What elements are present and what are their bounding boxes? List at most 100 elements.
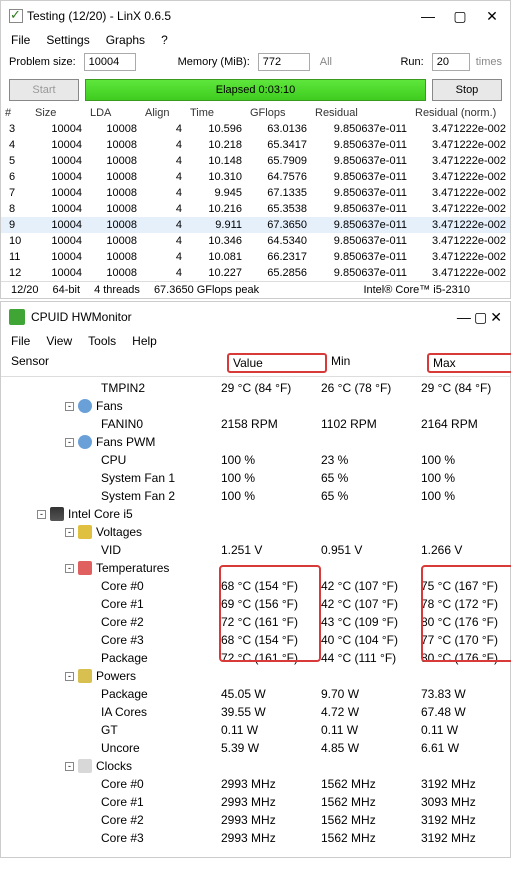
hw-maximize-button[interactable]: ▢ [474, 309, 487, 325]
status-peak: 67.3650 GFlops peak [154, 284, 259, 296]
table-row[interactable]: 111000410008410.08166.23179.850637e-0113… [1, 249, 510, 265]
table-row[interactable]: 51000410008410.14865.79099.850637e-0113.… [1, 153, 510, 169]
col-num[interactable]: # [1, 105, 31, 121]
node-intel[interactable]: -Intel Core i5 [1, 507, 221, 521]
table-row[interactable]: 31000410008410.59663.01369.850637e-0113.… [1, 121, 510, 137]
linx-titlebar: Testing (12/20) - LinX 0.6.5 — ▢ ✕ [1, 1, 510, 31]
status-progress: 12/20 [11, 284, 39, 296]
col-size[interactable]: Size [31, 105, 86, 121]
times-label[interactable]: times [476, 56, 502, 68]
menu-settings[interactable]: Settings [46, 33, 89, 47]
menu-file[interactable]: File [11, 33, 30, 47]
sensor-power-package[interactable]: Package [1, 687, 221, 701]
sensor-core3-temp[interactable]: Core #3 [1, 633, 221, 647]
sensor-sysfan1[interactable]: System Fan 1 [1, 471, 221, 485]
sensor-sysfan2[interactable]: System Fan 2 [1, 489, 221, 503]
sensor-clock-core0[interactable]: Core #0 [1, 777, 221, 791]
hw-menu: File View Tools Help [1, 332, 510, 350]
table-row[interactable]: 121000410008410.22765.28569.850637e-0113… [1, 265, 510, 281]
sensor-core1-temp[interactable]: Core #1 [1, 597, 221, 611]
col-sensor[interactable]: Sensor [7, 353, 227, 373]
power-icon [78, 669, 92, 683]
sensor-vid[interactable]: VID [1, 543, 221, 557]
col-align[interactable]: Align [141, 105, 186, 121]
linx-title: Testing (12/20) - LinX 0.6.5 [27, 9, 418, 23]
table-row[interactable]: 9100041000849.91167.36509.850637e-0113.4… [1, 217, 510, 233]
col-time[interactable]: Time [186, 105, 246, 121]
node-fans[interactable]: -Fans [1, 399, 221, 413]
linx-window: Testing (12/20) - LinX 0.6.5 — ▢ ✕ File … [0, 0, 511, 299]
linx-menu: File Settings Graphs ? [1, 31, 510, 49]
hw-close-button[interactable]: ✕ [490, 309, 502, 325]
minimize-button[interactable]: — [418, 8, 438, 25]
problem-size-input[interactable] [84, 53, 136, 71]
run-row: Start Elapsed 0:03:10 Stop [1, 75, 510, 105]
node-voltages[interactable]: -Voltages [1, 525, 221, 539]
clock-icon [78, 759, 92, 773]
hw-menu-help[interactable]: Help [132, 334, 157, 348]
app-icon [9, 9, 23, 23]
maximize-button[interactable]: ▢ [450, 8, 470, 25]
node-fans-pwm[interactable]: -Fans PWM [1, 435, 221, 449]
fan-icon [78, 435, 92, 449]
sensor-power-gt[interactable]: GT [1, 723, 221, 737]
col-value[interactable]: Value [227, 353, 327, 373]
hwmonitor-window: CPUID HWMonitor — ▢ ✕ File View Tools He… [0, 301, 511, 858]
table-row[interactable]: 7100041000849.94567.13359.850637e-0113.4… [1, 185, 510, 201]
status-arch: 64-bit [53, 284, 81, 296]
node-powers[interactable]: -Powers [1, 669, 221, 683]
linx-statusbar: 12/20 64-bit 4 threads 67.3650 GFlops pe… [1, 281, 510, 298]
col-gflops[interactable]: GFlops [246, 105, 311, 121]
hw-menu-view[interactable]: View [46, 334, 72, 348]
menu-graphs[interactable]: Graphs [106, 33, 145, 47]
table-row[interactable]: 61000410008410.31064.75769.850637e-0113.… [1, 169, 510, 185]
sensor-tree[interactable]: TMPIN229 °C (84 °F)26 °C (78 °F)29 °C (8… [1, 377, 510, 857]
start-button[interactable]: Start [9, 79, 79, 101]
progress-bar: Elapsed 0:03:10 [85, 79, 426, 101]
results-table: # Size LDA Align Time GFlops Residual Re… [1, 105, 510, 281]
table-row[interactable]: 41000410008410.21865.34179.850637e-0113.… [1, 137, 510, 153]
col-max[interactable]: Max [427, 353, 511, 373]
memory-label: Memory (MiB): [178, 56, 250, 68]
run-input[interactable] [432, 53, 470, 71]
col-residual-norm[interactable]: Residual (norm.) [411, 105, 510, 121]
sensor-core2-temp[interactable]: Core #2 [1, 615, 221, 629]
menu-help[interactable]: ? [161, 33, 168, 47]
thermometer-icon [78, 561, 92, 575]
hw-menu-file[interactable]: File [11, 334, 30, 348]
sensor-power-uncore[interactable]: Uncore [1, 741, 221, 755]
problem-size-label: Problem size: [9, 56, 76, 68]
hwmonitor-icon [9, 309, 25, 325]
table-row[interactable]: 81000410008410.21665.35389.850637e-0113.… [1, 201, 510, 217]
hw-titlebar: CPUID HWMonitor — ▢ ✕ [1, 302, 510, 332]
sensor-clock-core1[interactable]: Core #1 [1, 795, 221, 809]
table-header-row: # Size LDA Align Time GFlops Residual Re… [1, 105, 510, 121]
sensor-fanin0[interactable]: FANIN0 [1, 417, 221, 431]
hw-title: CPUID HWMonitor [31, 310, 457, 324]
sensor-core0-temp[interactable]: Core #0 [1, 579, 221, 593]
hw-minimize-button[interactable]: — [457, 309, 471, 325]
sensor-package-temp[interactable]: Package [1, 651, 221, 665]
sensor-clock-core2[interactable]: Core #2 [1, 813, 221, 827]
fan-icon [78, 399, 92, 413]
linx-toolbar: Problem size: Memory (MiB): All Run: tim… [1, 49, 510, 75]
run-label: Run: [400, 56, 423, 68]
node-temperatures[interactable]: -Temperatures [1, 561, 221, 575]
hw-menu-tools[interactable]: Tools [88, 334, 116, 348]
memory-input[interactable] [258, 53, 310, 71]
all-label[interactable]: All [320, 56, 332, 68]
sensor-cpu-pwm[interactable]: CPU [1, 453, 221, 467]
sensor-tmpin2[interactable]: TMPIN2 [1, 381, 221, 395]
sensor-clock-core3[interactable]: Core #3 [1, 831, 221, 845]
stop-button[interactable]: Stop [432, 79, 502, 101]
col-residual[interactable]: Residual [311, 105, 411, 121]
tree-header: Sensor Value Min Max [1, 350, 510, 377]
table-row[interactable]: 101000410008410.34664.53409.850637e-0113… [1, 233, 510, 249]
node-clocks[interactable]: -Clocks [1, 759, 221, 773]
status-cpu: Intel® Core™ i5-2310 [363, 284, 470, 296]
col-lda[interactable]: LDA [86, 105, 141, 121]
close-button[interactable]: ✕ [482, 8, 502, 25]
chip-icon [50, 507, 64, 521]
col-min[interactable]: Min [327, 353, 427, 373]
sensor-power-ia[interactable]: IA Cores [1, 705, 221, 719]
